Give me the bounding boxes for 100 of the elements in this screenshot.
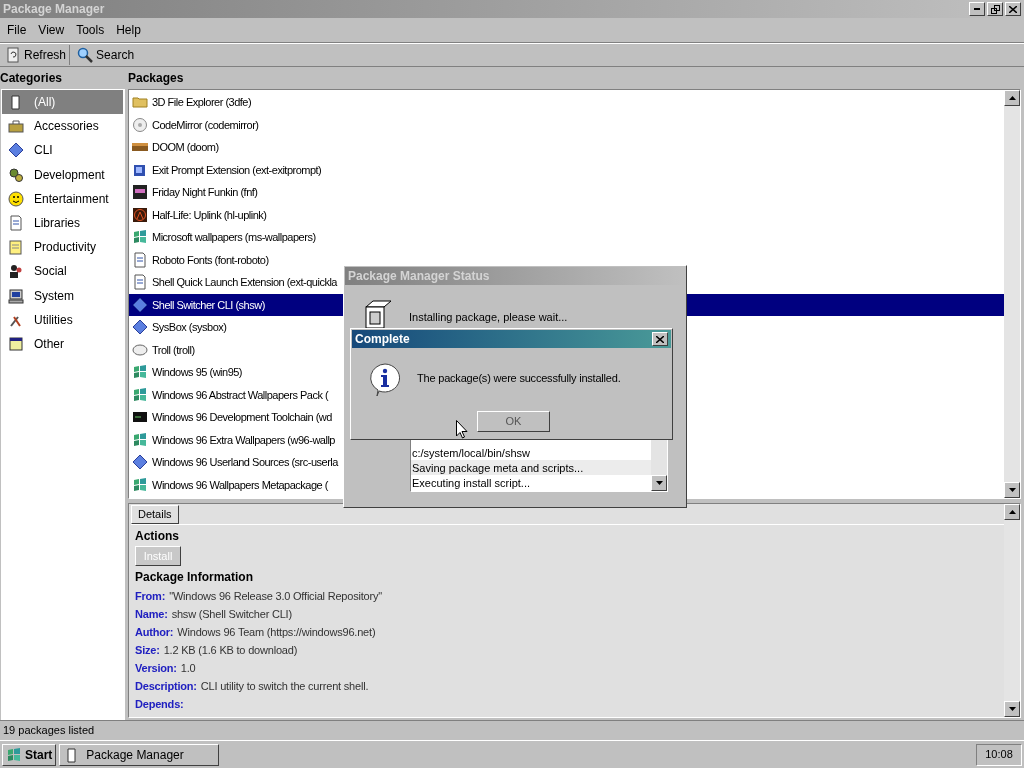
category-item[interactable]: Development <box>2 162 123 187</box>
menu-item[interactable]: Help <box>111 21 146 39</box>
package-item[interactable]: Roboto Fonts (font-roboto) <box>132 251 269 268</box>
alert-message: The package(s) were successfully installed. <box>417 371 621 386</box>
package-item[interactable]: Friday Night Funkin (fnf) <box>132 184 258 201</box>
close-icon <box>656 335 664 343</box>
diamond-icon <box>132 319 148 336</box>
ok-button[interactable]: OK <box>477 411 550 432</box>
toolbar-button[interactable]: Search <box>74 45 138 65</box>
clock: 10:08 <box>976 743 1022 766</box>
font-file-icon <box>132 251 148 268</box>
package-item[interactable]: DOOM (doom) <box>132 139 219 156</box>
category-item[interactable]: Other <box>2 331 123 357</box>
categories-heading: Categories <box>0 70 64 87</box>
field-value: 1.0 <box>180 660 196 676</box>
package-info-heading: Package Information <box>135 569 255 586</box>
folder-icon <box>132 94 148 111</box>
close-button[interactable] <box>1005 2 1021 16</box>
windows-flag-icon <box>132 364 148 381</box>
details-tab[interactable]: Details <box>131 505 179 524</box>
package-item[interactable]: Half-Life: Uplink (hl-uplink) <box>132 206 267 223</box>
field-label: Description: <box>135 678 197 694</box>
windows-flag-icon <box>132 431 148 448</box>
status-message: Installing package, please wait... <box>409 310 568 325</box>
field-value: "Windows 96 Release 3.0 Official Repository" <box>169 588 382 604</box>
field-value: shsw (Shell Switcher CLI) <box>171 606 292 622</box>
category-item[interactable]: Accessories <box>2 114 123 139</box>
package-item[interactable]: Windows 96 Extra Wallpapers (w96-wallp <box>132 431 335 448</box>
disc-icon <box>132 116 148 133</box>
windows-flag-icon <box>132 476 148 493</box>
field-label: Name: <box>135 606 168 622</box>
down-arrow-icon <box>1008 488 1016 492</box>
field-value: CLI utility to switch the current shell. <box>200 678 369 694</box>
close-button[interactable] <box>652 332 668 346</box>
down-arrow-icon <box>655 481 663 485</box>
package-item[interactable]: Shell Quick Launch Extension (ext-quickla <box>132 274 337 291</box>
package-item[interactable]: SysBox (sysbox) <box>132 319 227 336</box>
package-item[interactable]: 3D File Explorer (3dfe) <box>132 94 252 111</box>
package-item[interactable]: Troll (troll) <box>132 341 195 358</box>
start-button[interactable]: Start <box>2 743 57 766</box>
menu-item[interactable]: File <box>2 21 32 39</box>
category-item[interactable]: Social <box>2 259 123 284</box>
toolbox-icon <box>8 118 24 135</box>
window-title: Package Manager Status <box>348 268 490 285</box>
category-item[interactable]: Productivity <box>2 235 123 260</box>
status-text: 19 packages listed <box>2 723 95 739</box>
restore-button[interactable] <box>987 2 1003 16</box>
category-item[interactable]: CLI <box>2 138 123 163</box>
up-arrow-icon <box>1008 510 1016 514</box>
toolbar-button[interactable]: Refresh <box>2 45 71 65</box>
category-item[interactable]: Libraries <box>2 210 123 236</box>
category-item[interactable]: Entertainment <box>2 186 123 211</box>
package-item[interactable]: Windows 96 Wallpapers Metapackage ( <box>132 476 328 493</box>
document-icon <box>8 215 24 232</box>
up-arrow-icon <box>1008 96 1016 100</box>
menu-item[interactable]: View <box>33 21 70 39</box>
field-value: 1.2 KB (1.6 KB to download) <box>163 642 298 658</box>
menu-item[interactable]: Tools <box>71 21 110 39</box>
dark-square-icon <box>132 184 148 201</box>
windows-flag-icon <box>132 229 148 246</box>
field-label: From: <box>135 588 166 604</box>
category-item[interactable]: (All) <box>2 90 123 115</box>
package-item[interactable]: CodeMirror (codemirror) <box>132 116 259 133</box>
category-item[interactable]: System <box>2 283 123 308</box>
packages-heading: Packages <box>128 70 185 87</box>
people-icon <box>8 263 24 280</box>
window-title: Package Manager <box>3 1 105 18</box>
restore-icon <box>990 4 1000 14</box>
field-label: Version: <box>135 660 177 676</box>
package-item[interactable]: Windows 95 (win95) <box>132 364 243 381</box>
info-icon <box>369 363 401 397</box>
window-title: Complete <box>355 331 410 348</box>
diamond-icon <box>132 296 148 313</box>
package-item[interactable]: Exit Prompt Extension (ext-exitprompt) <box>132 161 322 178</box>
scrollbar[interactable] <box>1004 504 1020 717</box>
actions-heading: Actions <box>135 528 180 545</box>
category-item[interactable]: Utilities <box>2 307 123 332</box>
package-item[interactable]: Microsoft wallpapers (ms-wallpapers) <box>132 229 316 246</box>
computer-icon <box>8 287 24 304</box>
refresh-icon <box>5 47 21 63</box>
windows-flag-icon <box>132 386 148 403</box>
gears-icon <box>8 166 24 183</box>
minimize-icon <box>974 8 980 10</box>
package-item[interactable]: Windows 96 Abstract Wallpapers Pack ( <box>132 386 329 403</box>
diamond-icon <box>8 142 24 159</box>
taskbar-button[interactable]: Package Manager <box>59 743 220 766</box>
search-icon <box>77 47 94 63</box>
package-item[interactable]: Windows 96 Userland Sources (src-userla <box>132 454 338 471</box>
document-icon <box>132 274 148 291</box>
package-item[interactable]: Shell Switcher CLI (shsw) <box>132 296 265 313</box>
windows-flag-icon <box>6 746 22 763</box>
scrollbar[interactable] <box>1004 90 1020 498</box>
log-line: c:/system/local/bin/shsw <box>411 446 531 460</box>
close-icon <box>1009 5 1017 13</box>
package-item[interactable]: Windows 96 Development Toolchain (wd <box>132 409 332 426</box>
log-line: Executing install script... <box>411 476 531 490</box>
down-arrow-icon <box>1008 707 1016 711</box>
minimize-button[interactable] <box>969 2 985 16</box>
smiley-icon <box>8 190 24 207</box>
diamond-icon <box>132 454 148 471</box>
